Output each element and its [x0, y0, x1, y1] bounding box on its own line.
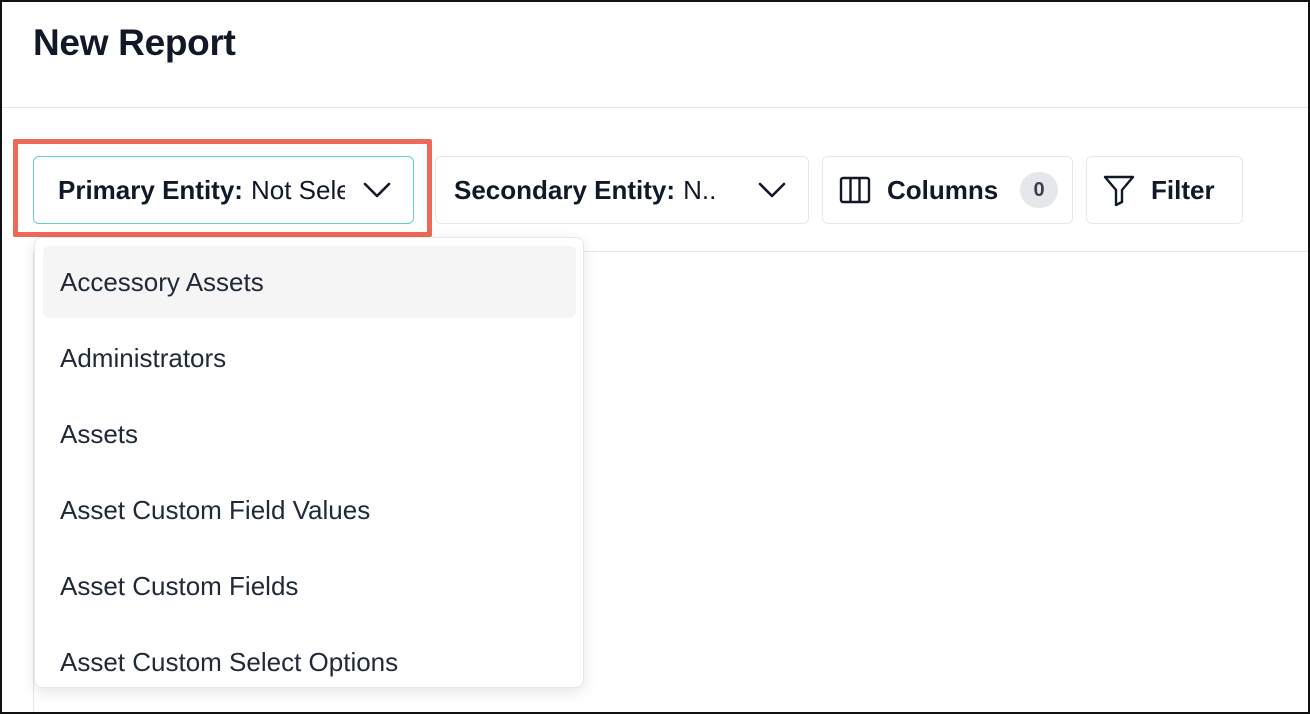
secondary-entity-text: Secondary Entity: N.. — [454, 175, 754, 206]
dropdown-option-assets[interactable]: Assets — [43, 398, 576, 470]
filter-button[interactable]: Filter — [1086, 156, 1243, 224]
dropdown-option-asset-custom-field-values[interactable]: Asset Custom Field Values — [43, 474, 576, 546]
secondary-entity-select[interactable]: Secondary Entity: N.. — [435, 156, 809, 224]
primary-entity-dropdown: Accessory Assets Administrators Assets A… — [34, 237, 584, 688]
secondary-entity-value: N.. — [683, 175, 717, 205]
dropdown-option-accessory-assets[interactable]: Accessory Assets — [43, 246, 576, 318]
page-header: New Report — [2, 2, 1308, 108]
filter-icon — [1103, 175, 1135, 207]
secondary-entity-label: Secondary Entity: — [454, 175, 676, 205]
columns-icon — [839, 176, 871, 204]
filter-label: Filter — [1151, 175, 1215, 205]
page-title: New Report — [33, 22, 236, 63]
columns-button[interactable]: Columns 0 — [822, 156, 1073, 224]
chevron-down-icon — [758, 182, 786, 198]
highlight-annotation — [13, 139, 432, 237]
app-window: New Report Primary Entity: Not Selected … — [0, 0, 1310, 714]
columns-label: Columns — [887, 175, 999, 205]
dropdown-option-asset-custom-fields[interactable]: Asset Custom Fields — [43, 550, 576, 622]
dropdown-option-administrators[interactable]: Administrators — [43, 322, 576, 394]
dropdown-option-asset-custom-select-options[interactable]: Asset Custom Select Options — [43, 626, 576, 687]
columns-count-badge: 0 — [1020, 172, 1058, 208]
